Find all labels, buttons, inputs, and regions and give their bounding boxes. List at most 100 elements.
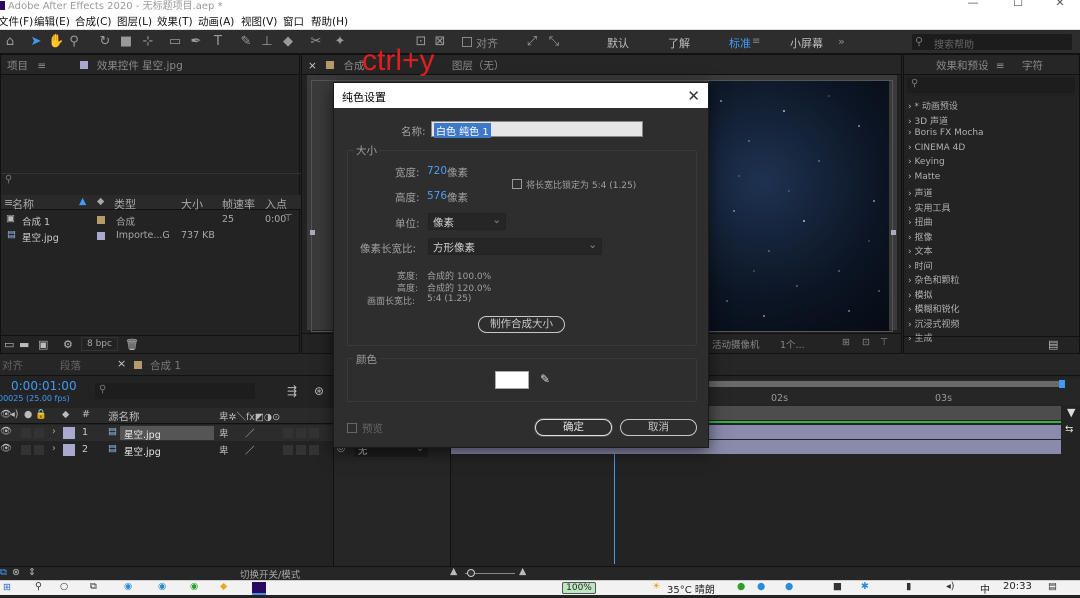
lock-toggle[interactable] — [34, 428, 44, 438]
menu-file[interactable]: 文件(F) — [0, 14, 33, 29]
zoom-tool-icon[interactable]: ⚲ — [66, 34, 82, 50]
lock-aspect-checkbox[interactable] — [512, 179, 522, 189]
effects-category-item[interactable]: › Keying — [904, 157, 1079, 172]
views-dropdown[interactable]: 1个... — [780, 337, 805, 353]
menu-layer[interactable]: 图层(L) — [117, 14, 152, 29]
selection-tool-icon[interactable]: ➤ — [28, 34, 44, 50]
tab-effect-controls[interactable]: 效果控件 星空.jpg — [97, 60, 183, 72]
minimize-button[interactable]: — — [965, 0, 981, 9]
switch-box[interactable] — [296, 428, 306, 438]
pan-behind-tool-icon[interactable]: ⊹ — [140, 34, 156, 50]
clone-stamp-tool-icon[interactable]: ⊥ — [259, 34, 275, 50]
flowchart-icon[interactable]: ⊤ — [880, 337, 888, 353]
switch-box[interactable] — [309, 445, 319, 455]
col-size[interactable]: 大小 — [181, 196, 203, 212]
effects-category-item[interactable]: › 扭曲 — [904, 215, 1079, 230]
workspace-small-screen[interactable]: 小屏幕 — [790, 35, 823, 51]
eraser-tool-icon[interactable]: ◆ — [280, 34, 296, 50]
tab-character[interactable]: 字符 — [1022, 60, 1043, 72]
expand-arrow-icon[interactable]: › — [52, 426, 56, 442]
quality-switch-icon[interactable]: ／ — [245, 426, 255, 442]
home-icon[interactable]: ⌂ — [2, 34, 18, 50]
menu-animation[interactable]: 动画(A) — [198, 14, 234, 29]
workspace-overflow-icon[interactable]: » — [838, 35, 845, 48]
effects-category-item[interactable]: › 模糊和锐化 — [904, 302, 1079, 317]
menu-window[interactable]: 窗口 — [283, 14, 304, 29]
expand-arrow-icon[interactable]: › — [52, 443, 56, 459]
bit-depth-button[interactable]: 8 bpc — [81, 337, 118, 351]
shy-switch-icon[interactable]: 卑 — [219, 443, 229, 459]
zoom-slider-handle[interactable] — [467, 569, 475, 577]
col-source-name[interactable]: 源名称 — [108, 409, 140, 425]
tab-project[interactable]: 项目 — [7, 60, 28, 72]
pixel-aspect-dropdown[interactable]: 方形像素 ⌄ — [428, 238, 602, 255]
current-timecode[interactable]: 0:00:01:00 — [11, 379, 77, 395]
effects-category-item[interactable]: › 沉浸式视频 — [904, 317, 1079, 332]
project-item-row[interactable]: ▣ 合成 1 合成 25 0:00 ⊤ — [1, 212, 301, 228]
tab-layer[interactable]: 图层（无） — [452, 60, 505, 72]
workspace-learn[interactable]: 了解 — [668, 35, 690, 51]
label-color-swatch[interactable] — [63, 427, 75, 439]
adjust-project-icon[interactable]: ⚙ — [63, 338, 73, 354]
effects-category-item[interactable]: › 文本 — [904, 244, 1079, 259]
view-options-icon[interactable]: ⊞ — [842, 337, 850, 353]
comp-flowchart-icon[interactable]: ⇶ — [287, 384, 297, 400]
color-swatch[interactable] — [495, 371, 529, 389]
switch-box[interactable] — [283, 428, 293, 438]
tab-paragraph[interactable]: 段落 — [60, 358, 81, 374]
rotate-tool-icon[interactable]: ↻ — [97, 34, 113, 50]
effects-category-item[interactable]: › 声道 — [904, 186, 1079, 201]
playhead-line[interactable] — [614, 454, 615, 564]
tab-comp-1[interactable]: 合成 1 — [150, 358, 181, 374]
cancel-button[interactable]: 取消 — [620, 419, 697, 436]
layer-row[interactable]: 👁 › 2 ▤ 星空.jpg 卑 ／ — [0, 442, 333, 458]
label-color-swatch[interactable] — [63, 444, 75, 456]
close-icon[interactable]: ✕ — [687, 87, 700, 105]
shy-switch-icon[interactable]: 卑 — [219, 426, 229, 442]
effects-category-item[interactable]: › CINEMA 4D — [904, 143, 1079, 158]
effects-category-item[interactable]: › 抠像 — [904, 230, 1079, 245]
hand-tool-icon[interactable]: ✋ — [48, 34, 64, 50]
effects-category-item[interactable]: › 时间 — [904, 259, 1079, 274]
brush-tool-icon[interactable]: ✎ — [238, 34, 254, 50]
menu-composition[interactable]: 合成(C) — [75, 14, 112, 29]
3d-draft-icon[interactable]: ⊛ — [314, 384, 324, 400]
preview-checkbox[interactable] — [347, 423, 357, 433]
tab-align[interactable]: 对齐 — [2, 358, 23, 374]
audio-toggle[interactable] — [21, 428, 31, 438]
switch-box[interactable] — [309, 428, 319, 438]
trash-icon[interactable]: 🗑 — [125, 338, 139, 354]
col-type[interactable]: 类型 — [114, 196, 136, 212]
project-item-row[interactable]: ▤ 星空.jpg Importe...G 737 KB — [1, 228, 301, 244]
type-tool-icon[interactable]: T — [210, 34, 226, 50]
rectangle-tool-icon[interactable]: ▭ — [167, 34, 183, 50]
project-search[interactable]: ⚲ — [1, 173, 301, 189]
workspace-standard[interactable]: 标准 — [729, 35, 751, 51]
close-button[interactable]: ✕ — [1052, 0, 1068, 9]
sort-arrow-icon[interactable]: ▲ — [79, 196, 86, 212]
width-value[interactable]: 720 — [427, 165, 447, 177]
tab-effects-presets[interactable]: 效果和预设 — [936, 60, 989, 72]
snap-options-icon[interactable]: ⤢ — [524, 34, 540, 50]
panel-menu-icon[interactable]: ≡ — [37, 60, 46, 72]
snap-feather-icon[interactable]: ⤡ — [546, 34, 562, 50]
effects-category-item[interactable]: › * 动画预设 — [904, 99, 1079, 114]
close-tab-icon[interactable]: × — [117, 357, 126, 373]
effects-category-item[interactable]: › Boris FX Mocha — [904, 128, 1079, 143]
switch-box[interactable] — [296, 445, 306, 455]
fast-preview-icon[interactable]: ⊡ — [862, 337, 870, 353]
label-color-swatch[interactable] — [97, 232, 105, 240]
menu-view[interactable]: 视图(V) — [241, 14, 277, 29]
comp-marker-icon[interactable]: ⇆ — [1065, 424, 1073, 435]
menu-edit[interactable]: 编辑(E) — [34, 14, 70, 29]
ok-button[interactable]: 确定 — [535, 419, 612, 436]
right-handle[interactable] — [891, 230, 896, 235]
windows-start-icon[interactable]: ⊞ — [3, 582, 11, 598]
panel-menu-icon[interactable]: ≡ — [996, 60, 1005, 72]
new-folder-icon[interactable]: ▬ — [19, 338, 29, 354]
timeline-search-input[interactable]: ⚲ — [95, 383, 255, 399]
menu-help[interactable]: 帮助(H) — [311, 14, 348, 29]
help-search-box[interactable]: ⚲ 搜索帮助 — [912, 34, 1072, 51]
menu-effect[interactable]: 效果(T) — [157, 14, 193, 29]
workspace-default[interactable]: 默认 — [607, 35, 629, 51]
